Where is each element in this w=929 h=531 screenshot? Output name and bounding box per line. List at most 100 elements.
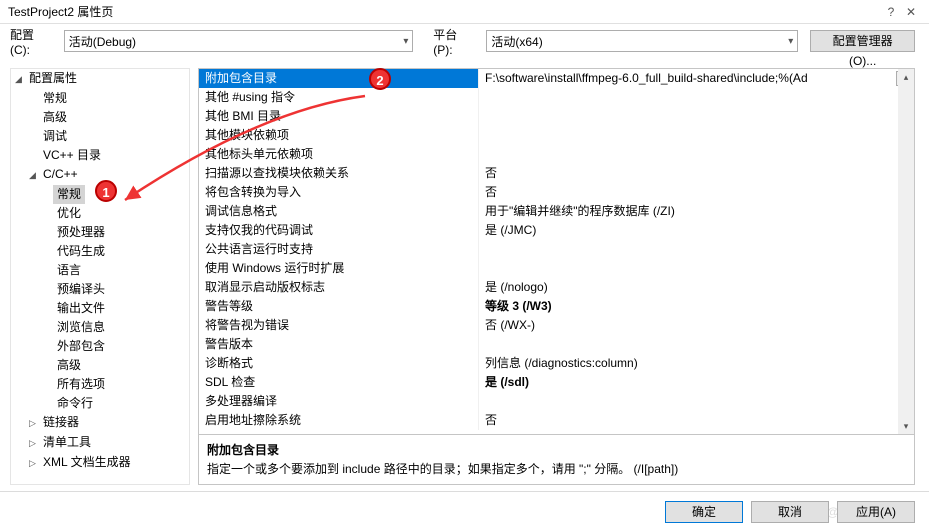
tree-item[interactable]: 所有选项 [53,375,109,394]
platform-combo[interactable]: 活动(x64)▾ [486,30,798,52]
desc-body: 指定一个或多个要添加到 include 路径中的目录；如果指定多个，请用 ";"… [207,460,906,477]
property-value[interactable]: 否 [479,411,914,430]
property-name: 使用 Windows 运行时扩展 [199,259,479,278]
property-name: 其他 #using 指令 [199,88,479,107]
nav-tree[interactable]: ◢配置属性 常规高级调试VC++ 目录 ◢C/C++ 常规优化预处理器代码生成语… [10,68,190,485]
property-value[interactable]: 否 [479,183,914,202]
tree-item[interactable]: 命令行 [53,394,97,413]
property-name: 其他标头单元依赖项 [199,145,479,164]
property-row[interactable]: 使用 Windows 运行时扩展 [199,259,914,278]
tree-item[interactable]: 优化 [53,204,85,223]
scroll-down-icon[interactable]: ▾ [898,418,914,434]
property-name: SDL 检查 [199,373,479,392]
config-combo[interactable]: 活动(Debug)▾ [64,30,414,52]
tree-item[interactable]: 预处理器 [53,223,109,242]
expand-icon[interactable]: ▷ [29,434,39,453]
property-row[interactable]: 支持仅我的代码调试是 (/JMC) [199,221,914,240]
property-row[interactable]: 调试信息格式用于"编辑并继续"的程序数据库 (/ZI) [199,202,914,221]
config-label: 配置(C): [10,26,54,57]
close-icon[interactable]: ✕ [901,5,921,19]
property-value[interactable]: 是 (/sdl) [479,373,914,392]
property-value[interactable] [479,392,914,411]
property-row[interactable]: 其他模块依赖项 [199,126,914,145]
tree-item[interactable]: 常规 [39,89,71,108]
property-value[interactable]: 等级 3 (/W3) [479,297,914,316]
cancel-button[interactable]: 取消 [751,501,829,523]
tree-item[interactable]: 预编译头 [53,280,109,299]
desc-title: 附加包含目录 [207,441,906,458]
config-manager-button[interactable]: 配置管理器(O)... [810,30,915,52]
property-value[interactable] [479,107,914,126]
property-value[interactable]: F:\software\install\ffmpeg-6.0_full_buil… [479,69,914,88]
property-value[interactable] [479,145,914,164]
tree-root[interactable]: 配置属性 [25,69,81,88]
tree-item[interactable]: 外部包含 [53,337,109,356]
property-row[interactable]: 公共语言运行时支持 [199,240,914,259]
property-name: 其他 BMI 目录 [199,107,479,126]
property-row[interactable]: 其他 BMI 目录 [199,107,914,126]
tree-item[interactable]: 语言 [53,261,85,280]
tree-item[interactable]: 输出文件 [53,299,109,318]
tree-item[interactable]: 代码生成 [53,242,109,261]
property-name: 将警告视为错误 [199,316,479,335]
property-row[interactable]: 取消显示启动版权标志是 (/nologo) [199,278,914,297]
property-row[interactable]: 将包含转换为导入否 [199,183,914,202]
property-name: 取消显示启动版权标志 [199,278,479,297]
property-name: 启用地址擦除系统 [199,411,479,430]
chevron-down-icon: ▾ [399,36,408,47]
tree-cpp[interactable]: C/C++ [39,165,82,184]
collapse-icon[interactable]: ◢ [15,70,25,89]
property-row[interactable]: 警告等级等级 3 (/W3) [199,297,914,316]
help-icon[interactable]: ? [881,5,901,19]
property-value[interactable] [479,88,914,107]
property-row[interactable]: 将警告视为错误否 (/WX-) [199,316,914,335]
property-row[interactable]: 其他 #using 指令 [199,88,914,107]
property-name: 警告等级 [199,297,479,316]
tree-item[interactable]: 常规 [53,185,85,204]
property-row[interactable]: 其他标头单元依赖项 [199,145,914,164]
property-grid[interactable]: 附加包含目录F:\software\install\ffmpeg-6.0_ful… [199,69,914,434]
property-name: 多处理器编译 [199,392,479,411]
chevron-down-icon: ▾ [784,36,793,47]
scroll-up-icon[interactable]: ▴ [898,69,914,85]
tree-item[interactable]: 调试 [39,127,71,146]
tree-item[interactable]: 清单工具 [39,433,95,452]
property-value[interactable] [479,126,914,145]
collapse-icon[interactable]: ◢ [29,166,39,185]
tree-item[interactable]: 高级 [53,356,85,375]
property-value[interactable] [479,240,914,259]
property-value[interactable] [479,259,914,278]
expand-icon[interactable]: ▷ [29,414,39,433]
property-row[interactable]: 诊断格式列信息 (/diagnostics:column) [199,354,914,373]
property-name: 其他模块依赖项 [199,126,479,145]
property-value[interactable]: 用于"编辑并继续"的程序数据库 (/ZI) [479,202,914,221]
property-value[interactable]: 否 [479,164,914,183]
property-row[interactable]: 扫描源以查找模块依赖关系否 [199,164,914,183]
property-row[interactable]: 附加包含目录F:\software\install\ffmpeg-6.0_ful… [199,69,914,88]
property-value[interactable] [479,335,914,354]
description-panel: 附加包含目录 指定一个或多个要添加到 include 路径中的目录；如果指定多个… [199,434,914,484]
tree-item[interactable]: 链接器 [39,413,83,432]
tree-item[interactable]: VC++ 目录 [39,146,105,165]
property-name: 扫描源以查找模块依赖关系 [199,164,479,183]
ok-button[interactable]: 确定 [665,501,743,523]
tree-item[interactable]: 浏览信息 [53,318,109,337]
property-name: 支持仅我的代码调试 [199,221,479,240]
scrollbar[interactable]: ▴ ▾ [898,69,914,434]
property-row[interactable]: 多处理器编译 [199,392,914,411]
property-value[interactable]: 是 (/nologo) [479,278,914,297]
property-row[interactable]: 启用地址擦除系统否 [199,411,914,430]
property-value[interactable]: 否 (/WX-) [479,316,914,335]
property-name: 诊断格式 [199,354,479,373]
property-row[interactable]: 警告版本 [199,335,914,354]
property-value[interactable]: 列信息 (/diagnostics:column) [479,354,914,373]
tree-item[interactable]: XML 文档生成器 [39,453,135,472]
property-row[interactable]: SDL 检查是 (/sdl) [199,373,914,392]
property-name: 警告版本 [199,335,479,354]
property-name: 公共语言运行时支持 [199,240,479,259]
property-name: 附加包含目录 [199,69,479,88]
property-value[interactable]: 是 (/JMC) [479,221,914,240]
apply-button[interactable]: 应用(A) [837,501,915,523]
tree-item[interactable]: 高级 [39,108,71,127]
expand-icon[interactable]: ▷ [29,454,39,473]
